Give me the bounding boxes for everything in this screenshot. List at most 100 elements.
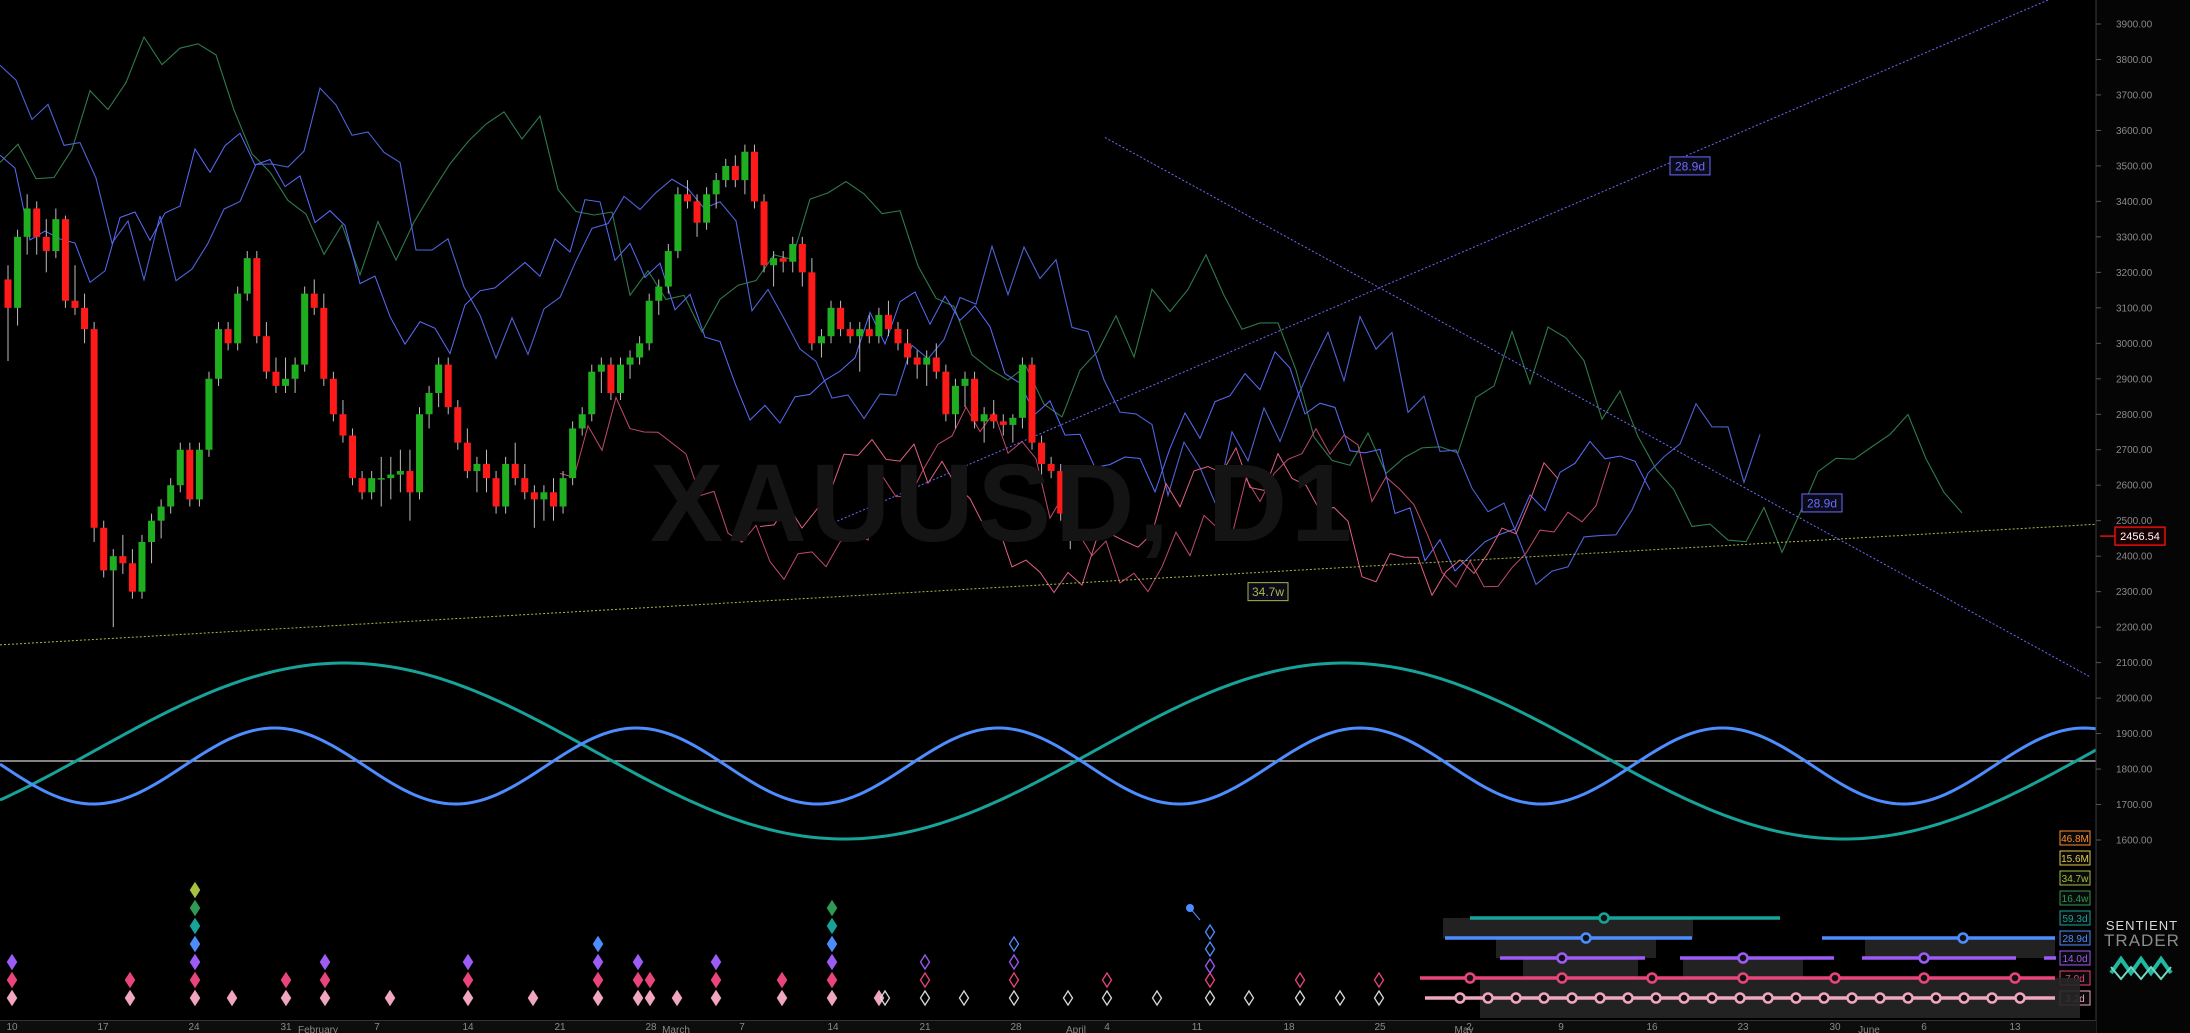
x-tick-label: 14 — [462, 1022, 474, 1033]
y-tick-label: 2100.00 — [2116, 658, 2153, 669]
month-label: June — [1858, 1025, 1880, 1033]
candle-body — [215, 329, 223, 379]
cycle-diamond-marker — [189, 917, 201, 935]
timeline-node — [1958, 992, 1970, 1004]
cycle-diamond-marker — [1008, 971, 1020, 989]
timeline-node — [1829, 972, 1841, 984]
cycle-diamond-marker — [319, 953, 331, 971]
candle-body — [530, 492, 538, 500]
timeline-node — [1556, 972, 1568, 984]
candle-body — [731, 165, 739, 181]
timeline-node — [1566, 992, 1578, 1004]
brand-line2: TRADER — [2104, 931, 2180, 950]
timeline-node — [1650, 992, 1662, 1004]
candle-body — [1028, 364, 1036, 443]
cycle-diamond-marker — [384, 989, 396, 1007]
timeline-node — [1957, 932, 1969, 944]
candle-body — [750, 151, 758, 202]
cycle-diamond-marker — [1334, 989, 1346, 1007]
cycle-diamond-marker — [1243, 989, 1255, 1007]
x-tick-label: 25 — [1374, 1022, 1386, 1033]
x-tick-label: 11 — [1192, 1022, 1203, 1033]
candle-body — [894, 329, 902, 344]
y-tick-label: 1900.00 — [2116, 729, 2153, 740]
y-tick-label: 3400.00 — [2116, 197, 2153, 208]
cycle-diamond-marker — [462, 953, 474, 971]
candle-body — [521, 478, 529, 493]
candle-body — [138, 541, 146, 592]
timeline-node — [1510, 992, 1522, 1004]
candle-body — [616, 364, 624, 393]
candle-body — [549, 492, 557, 507]
candle-body — [473, 463, 481, 472]
y-tick-label: 1600.00 — [2116, 836, 2153, 847]
cycle-diamond-marker — [280, 971, 292, 989]
candle-body — [655, 286, 663, 301]
candle-body — [865, 329, 873, 337]
x-tick-label: 28 — [645, 1022, 657, 1033]
timeline-range-shade — [1443, 918, 1693, 938]
candle-body — [942, 371, 950, 415]
candle-body — [416, 414, 424, 493]
x-tick-label: 21 — [554, 1022, 566, 1033]
timeline-label: 14.0d — [2062, 954, 2087, 965]
timeline-node — [1986, 992, 1998, 1004]
candle-body — [176, 449, 184, 486]
x-tick-label: 30 — [1829, 1022, 1841, 1033]
candle-body — [320, 307, 328, 379]
candle-body — [913, 357, 921, 365]
cycle-diamond-marker — [644, 971, 656, 989]
timeline-node — [1846, 992, 1858, 1004]
cycle-diamond-marker — [632, 989, 644, 1007]
cycle-diamond-marker — [1101, 989, 1113, 1007]
time-axis: 10 17 24 31 7 14 21 28 7 14 21 28 4 11 18 25 2 9 16 23 30 6 13… — [0, 1020, 2096, 1033]
candle-body — [492, 478, 500, 507]
candle-body — [425, 392, 433, 415]
candle-body — [636, 343, 644, 358]
candle-body — [262, 336, 270, 372]
timeline-node — [1646, 972, 1658, 984]
candle-body — [789, 243, 797, 262]
cycle-diamond-marker — [919, 989, 931, 1007]
y-tick-label: 2900.00 — [2116, 374, 2153, 385]
x-tick-label: 6 — [1921, 1022, 1927, 1033]
candle-body — [128, 563, 136, 592]
timeline-node — [2009, 972, 2021, 984]
candle-body — [817, 336, 825, 344]
candle-body — [1018, 364, 1026, 418]
candle-body — [368, 478, 376, 493]
cycle-diamond-marker — [919, 971, 931, 989]
cycle-diamond-marker — [1204, 957, 1216, 975]
timeline-node — [1818, 992, 1830, 1004]
x-tick-label: 17 — [97, 1022, 109, 1033]
candle-body — [444, 364, 452, 408]
candle-body — [109, 556, 117, 571]
current-price-label: 2456.54 — [2120, 531, 2160, 543]
month-label: February — [298, 1025, 338, 1033]
candle-body — [291, 364, 299, 379]
candle-body — [272, 371, 280, 386]
timeline-node — [2014, 992, 2026, 1004]
timeline-node — [1556, 952, 1568, 964]
timeline-range-shade — [1523, 958, 1638, 978]
x-tick-label: 24 — [188, 1022, 200, 1033]
cycle-diamond-marker — [592, 989, 604, 1007]
cycle-diamond-marker — [226, 989, 238, 1007]
cycle-diamond-marker — [826, 971, 838, 989]
cycle-diamond-marker — [826, 899, 838, 917]
brand-mark-icon — [2109, 955, 2173, 981]
timeline-node — [1622, 992, 1634, 1004]
timeline-node — [1930, 992, 1942, 1004]
cycle-diamond-marker — [710, 953, 722, 971]
x-tick-label: 23 — [1737, 1022, 1749, 1033]
candle-body — [712, 180, 720, 195]
candle-body — [71, 300, 79, 308]
candle-body — [4, 279, 12, 308]
cycle-diamond-marker — [280, 989, 292, 1007]
candle-body — [205, 378, 213, 450]
timeline-node — [1464, 972, 1476, 984]
y-tick-label: 3700.00 — [2116, 90, 2153, 101]
cycle-diamond-marker — [1151, 989, 1163, 1007]
month-label: March — [662, 1025, 690, 1033]
candle-body — [1009, 417, 1017, 425]
